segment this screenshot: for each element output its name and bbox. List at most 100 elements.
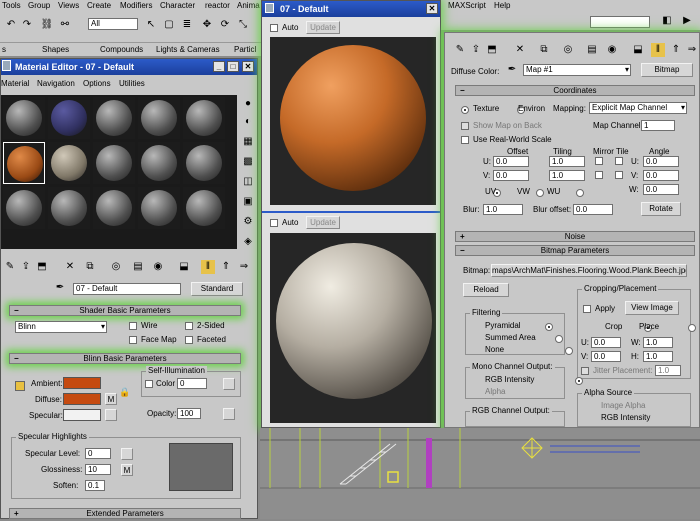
right-toolbar-dropdown[interactable] [590, 16, 650, 28]
sample-slot[interactable] [183, 142, 225, 184]
pick-material-icon[interactable]: ✒ [53, 281, 67, 295]
move-icon[interactable]: ✥ [200, 18, 214, 32]
u-angle-field[interactable]: 0.0 [643, 156, 679, 167]
blinn-rollout-header[interactable]: − Blinn Basic Parameters [9, 353, 241, 364]
sample-slot[interactable] [93, 187, 135, 229]
opacity-value[interactable]: 100 [177, 408, 201, 419]
pick-map-icon[interactable]: ✒ [505, 63, 519, 77]
wire-checkbox[interactable] [129, 322, 137, 330]
sample-slot[interactable] [183, 187, 225, 229]
update-button-2[interactable]: Update [306, 216, 340, 229]
faceted-checkbox[interactable] [185, 336, 193, 344]
render-icon[interactable]: ◧ [660, 14, 674, 28]
assign-to-selection-icon[interactable]: ⬒ [485, 43, 499, 57]
show-map-icon[interactable]: ⬓ [177, 260, 191, 274]
menu-tools[interactable]: Tools [2, 1, 21, 11]
make-unique-icon[interactable]: ◎ [109, 260, 123, 274]
update-button[interactable]: Update [306, 21, 340, 34]
quick-render-icon[interactable]: ▶ [680, 14, 694, 28]
select-region-icon[interactable]: ▢ [162, 18, 176, 32]
go-forward-sibling-icon[interactable]: ⇒ [685, 43, 699, 57]
redo-icon[interactable]: ↷ [20, 18, 34, 32]
sample-slot[interactable] [138, 187, 180, 229]
minimize-icon[interactable]: _ [213, 61, 225, 72]
soften-field[interactable]: 0.1 [85, 480, 105, 491]
self-illum-map-button[interactable] [223, 378, 235, 390]
coordinates-rollout-header[interactable]: − Coordinates [455, 85, 695, 96]
view-image-button[interactable]: View Image [625, 301, 679, 315]
put-to-library-icon[interactable]: ▤ [131, 260, 145, 274]
texture-radio[interactable] [461, 105, 469, 114]
close-icon[interactable]: ✕ [426, 3, 438, 14]
sample-slot[interactable] [3, 97, 45, 139]
make-copy-icon[interactable]: ⧉ [537, 43, 551, 57]
none-radio[interactable] [565, 346, 574, 355]
tab-particles[interactable]: Particl [234, 45, 256, 55]
bitmap-rollout-header[interactable]: − Bitmap Parameters [455, 245, 695, 256]
select-by-material-icon[interactable]: ◈ [241, 235, 255, 249]
specular-map-button[interactable] [105, 409, 117, 421]
select-by-name-icon[interactable]: ≣ [180, 18, 194, 32]
go-to-parent-icon[interactable]: ⇑ [219, 260, 233, 274]
background-icon[interactable]: ▦ [241, 135, 255, 149]
auto-update-checkbox-2[interactable] [270, 219, 278, 227]
vw-radio[interactable] [535, 188, 544, 197]
menu-reactor[interactable]: reactor [205, 1, 230, 11]
sample-slot[interactable] [138, 97, 180, 139]
u-tile-checkbox[interactable] [615, 157, 623, 165]
mapping-dropdown[interactable]: Explicit Map Channel ▾ [589, 102, 687, 114]
sample-slot[interactable] [48, 97, 90, 139]
material-name-field[interactable]: 07 - Default [73, 283, 181, 295]
material-editor-titlebar[interactable]: Material Editor - 07 - Default _ □ ✕ [1, 59, 257, 75]
tab-lights-cameras[interactable]: Lights & Cameras [156, 45, 220, 55]
show-end-result-icon[interactable]: ‖ [201, 260, 215, 274]
crop-w-field[interactable]: 1.0 [643, 337, 673, 348]
sample-slot[interactable] [3, 187, 45, 229]
jitter-checkbox[interactable] [581, 367, 589, 375]
menu-navigation[interactable]: Navigation [37, 79, 75, 89]
menu-options[interactable]: Options [83, 79, 111, 89]
tab-shapes[interactable]: Shapes [42, 45, 69, 55]
jitter-field[interactable]: 1.0 [655, 365, 681, 376]
map-name-field[interactable]: Map #1 ▾ [523, 64, 631, 76]
link-icon[interactable]: ⛓ [40, 18, 54, 32]
menu-group[interactable]: Group [28, 1, 50, 11]
reset-map-icon[interactable]: ✕ [513, 43, 527, 57]
shader-rollout-header[interactable]: − Shader Basic Parameters [9, 305, 241, 316]
rotate-button[interactable]: Rotate [641, 202, 681, 216]
menu-views[interactable]: Views [58, 1, 79, 11]
backlight-icon[interactable]: ◐ [241, 115, 255, 129]
shader-dropdown[interactable]: Blinn ▾ [15, 321, 107, 333]
map-channel-field[interactable]: 1 [641, 120, 675, 131]
select-arrow-icon[interactable]: ↖ [144, 18, 158, 32]
unlink-icon[interactable]: ⚯ [58, 18, 72, 32]
close-icon[interactable]: ✕ [242, 61, 254, 72]
ambient-color-swatch[interactable] [63, 377, 101, 389]
go-forward-sibling-icon[interactable]: ⇒ [237, 260, 251, 274]
menu-animation[interactable]: Anima [237, 1, 260, 11]
make-copy-icon[interactable]: ⧉ [83, 260, 97, 274]
sample-slot[interactable] [183, 97, 225, 139]
maximize-icon[interactable]: □ [227, 61, 239, 72]
place-radio[interactable] [688, 323, 697, 332]
put-to-library-icon[interactable]: ▤ [585, 43, 599, 57]
wu-radio[interactable] [575, 188, 584, 197]
material-type-button[interactable]: Standard [191, 282, 243, 296]
show-end-result-icon[interactable]: ‖ [651, 43, 665, 57]
apply-checkbox[interactable] [583, 305, 591, 313]
sample-slot[interactable] [93, 142, 135, 184]
mono-rgb-intensity-radio[interactable] [575, 376, 584, 385]
put-to-scene-icon[interactable]: ⇪ [19, 260, 33, 274]
crop-h-field[interactable]: 1.0 [643, 351, 673, 362]
menu-create[interactable]: Create [87, 1, 111, 11]
u-offset-field[interactable]: 0.0 [493, 156, 529, 167]
two-sided-checkbox[interactable] [185, 322, 193, 330]
menu-character[interactable]: Character [160, 1, 195, 11]
menu-help[interactable]: Help [494, 1, 510, 11]
go-to-parent-icon[interactable]: ⇑ [669, 43, 683, 57]
lock-icon[interactable]: 🔒 [119, 387, 130, 398]
bitmap-path-button[interactable]: maps\ArchMat\Finishes.Flooring.Wood.Plan… [491, 264, 687, 277]
sample-slot[interactable] [138, 142, 180, 184]
specular-level-field[interactable]: 0 [85, 448, 111, 459]
ambient-lock-icon[interactable] [15, 381, 25, 391]
